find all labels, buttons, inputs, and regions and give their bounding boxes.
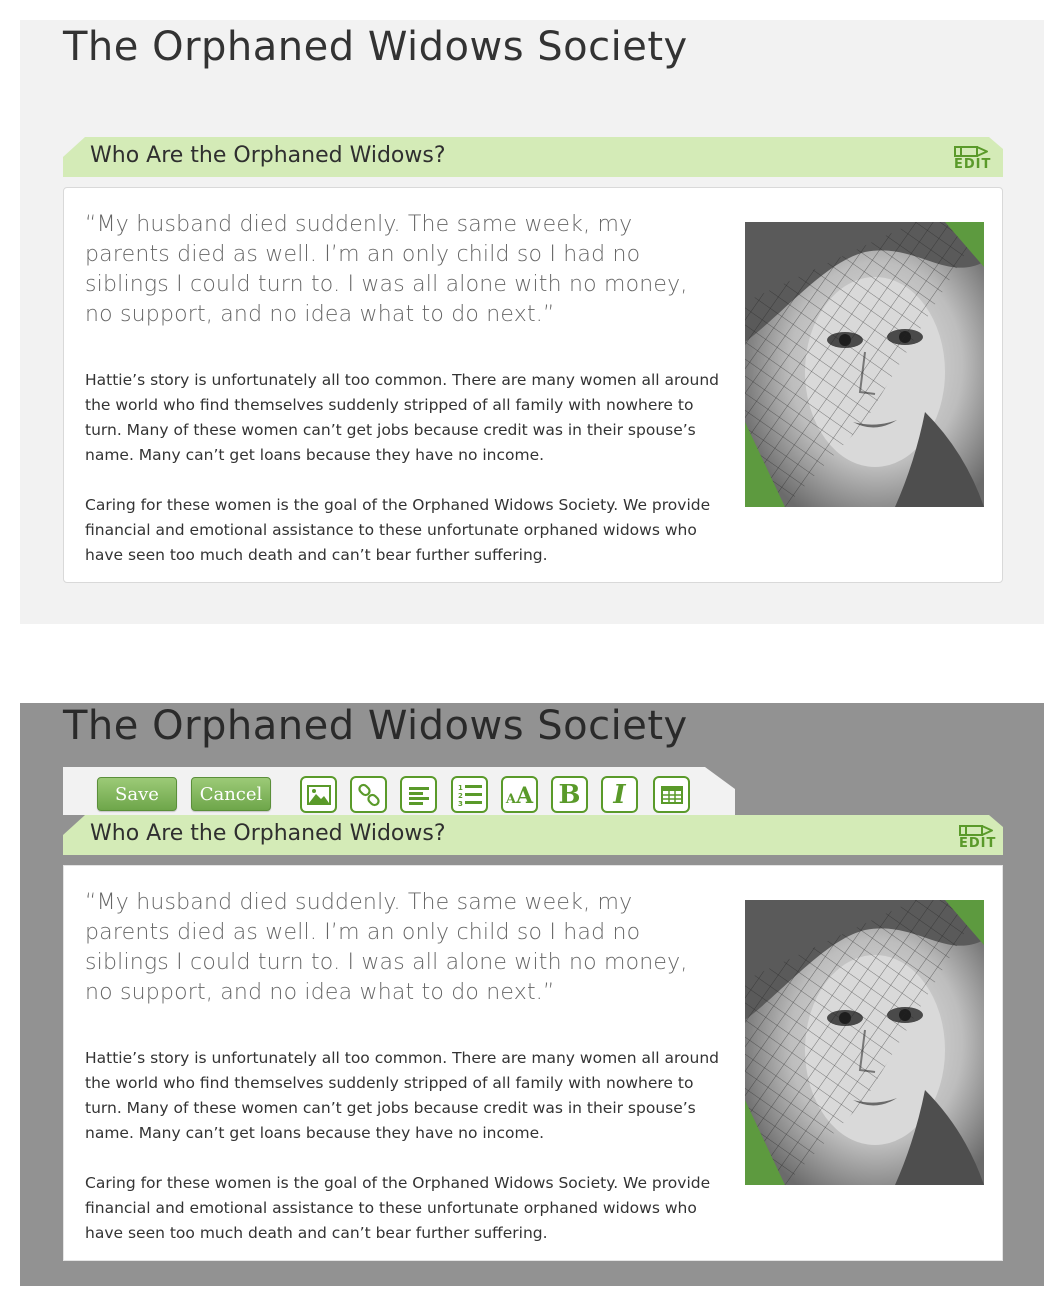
svg-text:3: 3 bbox=[458, 800, 463, 807]
section-title: Who Are the Orphaned Widows? bbox=[90, 821, 446, 846]
portrait-image bbox=[745, 222, 984, 507]
svg-text:1: 1 bbox=[458, 784, 463, 792]
paragraph-2[interactable]: Caring for these women is the goal of th… bbox=[85, 1171, 725, 1246]
save-button[interactable]: Save bbox=[97, 777, 177, 811]
numbered-list-icon: 1 2 3 bbox=[458, 784, 482, 807]
testimonial-quote[interactable]: “My husband died suddenly. The same week… bbox=[85, 888, 715, 1008]
insert-table-button[interactable] bbox=[653, 776, 690, 813]
section-header: Who Are the Orphaned Widows? EDIT bbox=[63, 137, 1003, 177]
cancel-button[interactable]: Cancel bbox=[191, 777, 271, 811]
paragraph-1[interactable]: Hattie’s story is unfortunately all too … bbox=[85, 1046, 725, 1146]
site-title: The Orphaned Widows Society bbox=[63, 703, 688, 749]
edit-label: EDIT bbox=[959, 836, 997, 851]
content-card[interactable]: “My husband died suddenly. The same week… bbox=[63, 865, 1003, 1261]
insert-image-button[interactable] bbox=[300, 776, 337, 813]
editor-toolbar: Save Cancel 1 2 3 AA B I bbox=[63, 767, 735, 815]
italic-button[interactable]: I bbox=[601, 776, 638, 813]
paragraph-2: Caring for these women is the goal of th… bbox=[85, 496, 711, 564]
site-title: The Orphaned Widows Society bbox=[63, 24, 688, 70]
table-icon bbox=[660, 785, 683, 804]
link-icon bbox=[357, 783, 380, 806]
bold-icon: B bbox=[558, 780, 581, 810]
section-title: Who Are the Orphaned Widows? bbox=[90, 143, 446, 168]
edit-label: EDIT bbox=[954, 157, 992, 172]
font-size-icon: AA bbox=[505, 783, 534, 809]
align-left-button[interactable] bbox=[400, 776, 437, 813]
content-card: “My husband died suddenly. The same week… bbox=[63, 187, 1003, 583]
align-left-icon bbox=[408, 786, 429, 805]
edit-mode-panel: The Orphaned Widows Society Save Cancel bbox=[20, 703, 1044, 1286]
edit-button[interactable]: EDIT bbox=[953, 145, 993, 173]
svg-text:2: 2 bbox=[458, 792, 463, 800]
italic-icon: I bbox=[613, 780, 626, 810]
insert-link-button[interactable] bbox=[350, 776, 387, 813]
edit-button[interactable]: EDIT bbox=[958, 824, 998, 852]
section-header: Who Are the Orphaned Widows? EDIT bbox=[63, 815, 1003, 855]
bold-button[interactable]: B bbox=[551, 776, 588, 813]
testimonial-quote: “My husband died suddenly. The same week… bbox=[85, 212, 688, 327]
portrait-image[interactable] bbox=[745, 900, 984, 1185]
font-size-button[interactable]: AA bbox=[501, 776, 538, 813]
image-icon bbox=[306, 784, 331, 805]
numbered-list-button[interactable]: 1 2 3 bbox=[451, 776, 488, 813]
paragraph-1: Hattie’s story is unfortunately all too … bbox=[85, 371, 719, 464]
view-mode-panel: The Orphaned Widows Society Who Are the … bbox=[20, 20, 1044, 624]
